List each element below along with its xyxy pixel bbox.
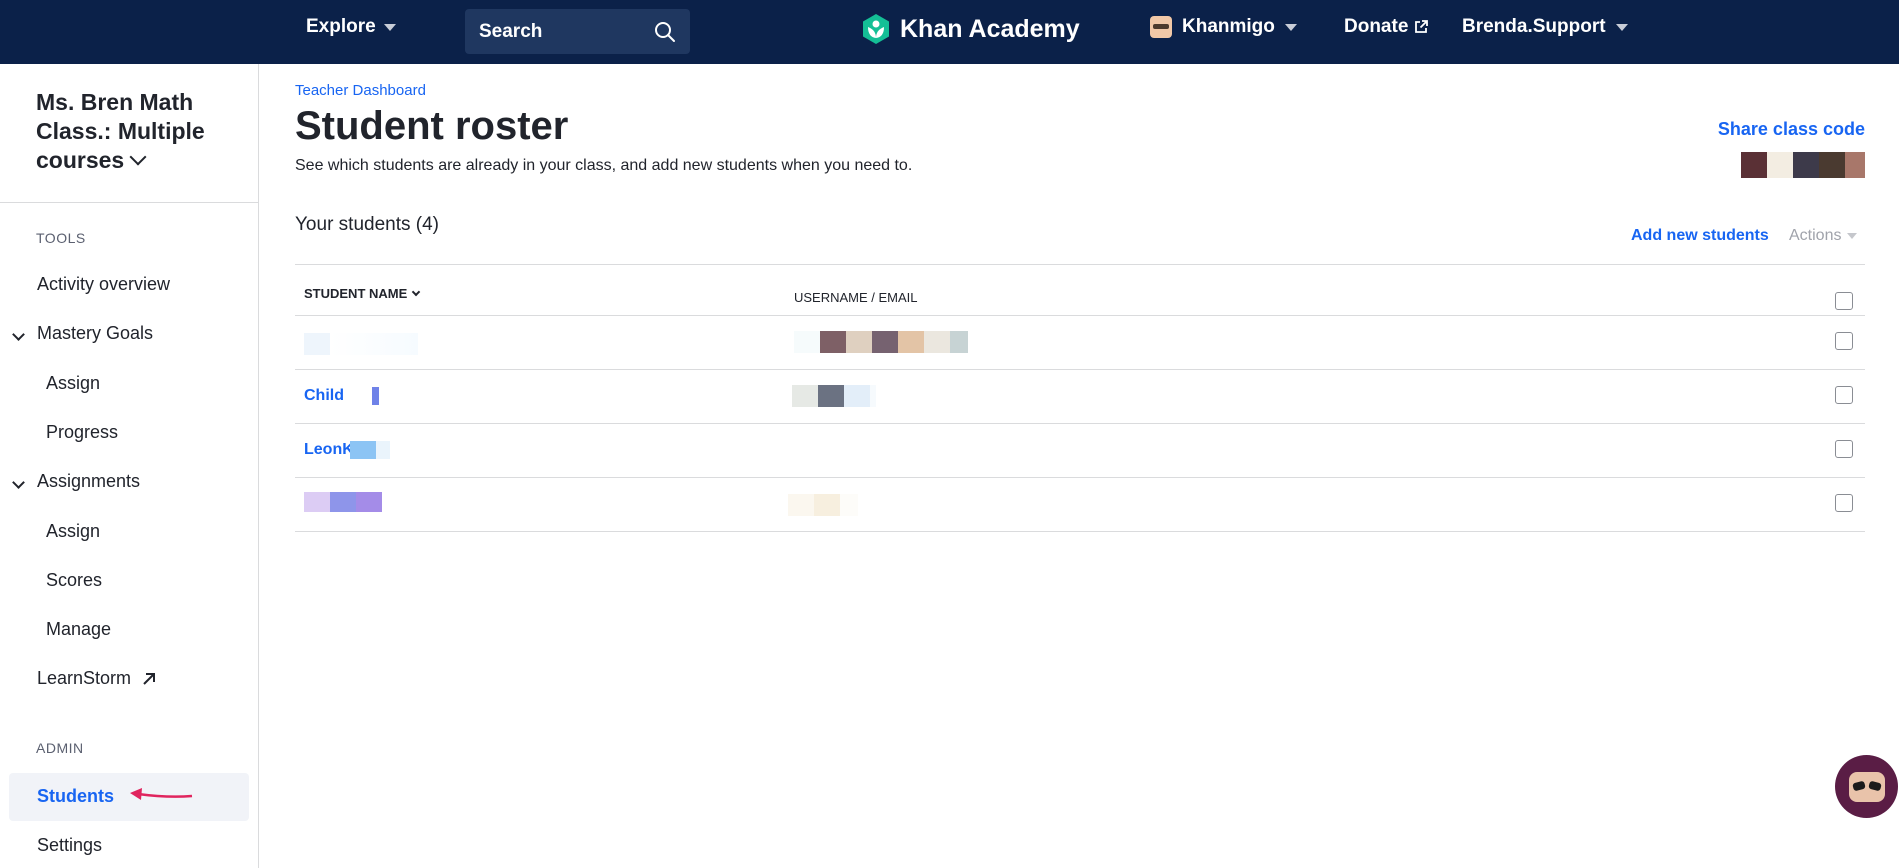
sidebar-item-assignments[interactable]: Assignments xyxy=(37,471,140,492)
khanmigo-menu[interactable]: Khanmigo xyxy=(1150,16,1297,38)
explore-menu[interactable]: Explore xyxy=(306,16,396,38)
column-header-label: STUDENT NAME xyxy=(304,286,408,301)
user-label: Brenda.Support xyxy=(1462,16,1606,37)
student-name[interactable]: LeonK xyxy=(304,441,390,459)
redacted-name xyxy=(304,492,330,512)
chevron-down-icon[interactable] xyxy=(12,476,25,489)
sidebar-item-mastery-assign[interactable]: Assign xyxy=(46,373,100,394)
add-new-students-button[interactable]: Add new students xyxy=(1631,227,1769,245)
sidebar-item-assignments-assign[interactable]: Assign xyxy=(46,521,100,542)
admin-section-label: ADMIN xyxy=(36,740,84,756)
student-name[interactable] xyxy=(304,492,382,512)
username-column-header: USERNAME / EMAIL xyxy=(794,290,918,305)
sidebar-item-settings[interactable]: Settings xyxy=(37,835,102,856)
class-selector[interactable]: Ms. Bren Math Class.: Multiple courses xyxy=(36,88,236,175)
table-row xyxy=(295,478,1865,532)
select-all-checkbox[interactable] xyxy=(1835,292,1853,310)
annotation-arrow-icon xyxy=(130,788,193,800)
table-row xyxy=(295,316,1865,370)
table-header: STUDENT NAME USERNAME / EMAIL xyxy=(295,264,1865,316)
table-row: LeonK xyxy=(295,424,1865,478)
page-title: Student roster xyxy=(295,104,569,148)
chevron-down-icon xyxy=(1615,23,1628,31)
khanmigo-face-icon xyxy=(1848,771,1885,802)
redacted-name xyxy=(330,333,418,355)
chevron-down-icon xyxy=(129,148,147,166)
row-checkbox[interactable] xyxy=(1835,386,1853,404)
redacted-username xyxy=(794,331,968,353)
top-nav-bar: Explore Search Khan Academy Khanmigo Don… xyxy=(0,0,1899,64)
khanmigo-label: Khanmigo xyxy=(1182,16,1275,37)
sidebar-item-students[interactable]: Students xyxy=(37,786,114,807)
sidebar: Ms. Bren Math Class.: Multiple courses T… xyxy=(0,64,259,868)
user-menu[interactable]: Brenda.Support xyxy=(1462,16,1628,38)
chevron-down-icon[interactable] xyxy=(12,328,25,341)
arrow-up-right-icon xyxy=(143,672,156,685)
chevron-down-icon xyxy=(1284,23,1297,31)
chevron-down-icon xyxy=(1847,233,1858,239)
students-heading: Your students (4) xyxy=(295,214,439,235)
redacted-name xyxy=(330,492,356,512)
row-checkbox[interactable] xyxy=(1835,332,1853,350)
search-icon xyxy=(655,21,675,42)
actions-label: Actions xyxy=(1789,227,1842,244)
sidebar-item-activity-overview[interactable]: Activity overview xyxy=(37,274,170,295)
redacted-name xyxy=(349,441,376,459)
page-description: See which students are already in your c… xyxy=(295,157,913,174)
redacted-name xyxy=(304,333,330,355)
logo-text: Khan Academy xyxy=(900,14,1080,43)
sidebar-divider xyxy=(0,202,259,203)
sidebar-item-assignments-scores[interactable]: Scores xyxy=(46,570,102,591)
sidebar-item-mastery-goals[interactable]: Mastery Goals xyxy=(37,323,153,344)
redacted-name xyxy=(375,441,390,459)
student-name[interactable] xyxy=(304,333,418,355)
class-code-redacted xyxy=(1741,152,1865,178)
sidebar-item-learnstorm[interactable]: LearnStorm xyxy=(37,668,157,689)
donate-link[interactable]: Donate xyxy=(1344,16,1429,38)
redacted-name xyxy=(372,387,379,405)
chevron-down-icon xyxy=(383,23,396,31)
sidebar-item-mastery-progress[interactable]: Progress xyxy=(46,422,118,443)
breadcrumb[interactable]: Teacher Dashboard xyxy=(295,82,426,99)
table-row: Child xyxy=(295,370,1865,424)
khan-academy-logo[interactable]: Khan Academy xyxy=(860,13,1080,45)
tools-section-label: TOOLS xyxy=(36,230,86,246)
class-title: Ms. Bren Math Class.: Multiple courses xyxy=(36,89,205,173)
row-checkbox[interactable] xyxy=(1835,494,1853,512)
khan-leaf-icon xyxy=(863,14,889,44)
share-class-code-link[interactable]: Share class code xyxy=(1718,119,1865,140)
row-checkbox[interactable] xyxy=(1835,440,1853,458)
student-name-text: Child xyxy=(304,387,344,404)
khanmigo-avatar-icon xyxy=(1150,16,1172,38)
actions-dropdown[interactable]: Actions xyxy=(1789,227,1858,245)
learnstorm-label: LearnStorm xyxy=(37,668,132,688)
sort-chevron-icon xyxy=(412,287,421,296)
search-placeholder: Search xyxy=(479,20,543,42)
donate-label: Donate xyxy=(1344,16,1409,37)
redacted-username xyxy=(792,385,876,407)
student-name-text: LeonK xyxy=(304,441,354,458)
search-input[interactable]: Search xyxy=(465,9,690,54)
student-name-column-header[interactable]: STUDENT NAME xyxy=(304,286,421,301)
external-link-icon xyxy=(1415,20,1429,33)
student-table: STUDENT NAME USERNAME / EMAIL Child Leon… xyxy=(295,264,1865,532)
sidebar-item-assignments-manage[interactable]: Manage xyxy=(46,619,111,640)
khanmigo-chat-button[interactable] xyxy=(1835,755,1898,818)
redacted-name xyxy=(356,492,382,512)
explore-label: Explore xyxy=(306,16,376,37)
student-name[interactable]: Child xyxy=(304,387,379,405)
redacted-username xyxy=(788,494,858,516)
